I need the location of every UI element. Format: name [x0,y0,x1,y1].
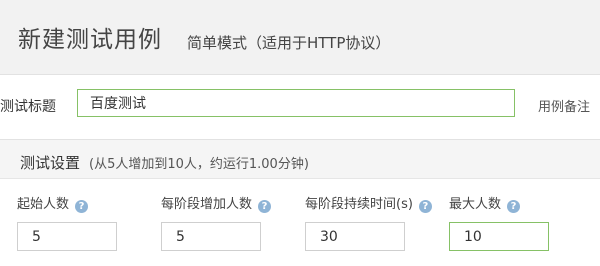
help-icon[interactable]: ? [75,200,89,213]
help-icon[interactable]: ? [418,200,432,213]
help-icon[interactable]: ? [507,200,521,213]
help-icon[interactable]: ? [258,200,272,213]
settings-summary: (从5人增加到10人，约运行1.00分钟) [89,157,309,172]
max-users-label: 最大人数? [449,193,521,213]
step-duration-label: 每阶段持续时间(s)? [305,193,432,213]
page-header: 新建测试用例 简单模式（适用于HTTP协议） [0,0,600,75]
max-users-input[interactable] [449,222,549,251]
mode-indicator: 简单模式（适用于HTTP协议） [187,34,391,52]
start-users-label: 起始人数? [17,193,89,213]
test-settings-header: 测试设置 (从5人增加到10人，约运行1.00分钟) [0,139,600,179]
step-users-label: 每阶段增加人数? [161,193,272,213]
start-users-input[interactable] [17,222,117,251]
step-users-input[interactable] [161,222,261,251]
title-label: 测试标题 [0,99,56,115]
step-duration-input[interactable] [305,222,405,251]
section-title: 测试设置 [20,154,81,172]
notes-tab[interactable]: 用例备注 [538,96,590,115]
test-title-input[interactable] [77,89,515,117]
page-title: 新建测试用例 [18,27,162,53]
